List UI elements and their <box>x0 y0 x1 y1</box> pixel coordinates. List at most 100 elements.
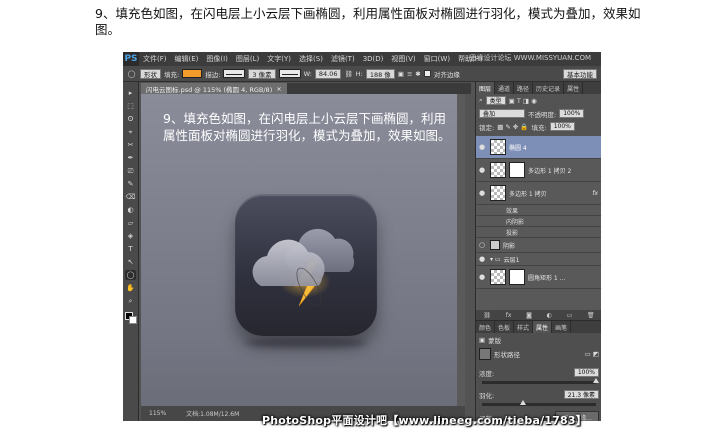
color-swatches[interactable] <box>124 312 137 324</box>
path-select-tool-icon[interactable]: ↖ <box>125 257 136 267</box>
effect-row[interactable]: 效果 <box>476 205 601 216</box>
gradient-tool-icon[interactable]: ▱ <box>125 218 136 228</box>
ellipse-tool-icon[interactable]: ◯ <box>125 270 136 280</box>
layer-thumbnail <box>490 269 506 285</box>
document-tab[interactable]: 闪电云图标.psd @ 115% (椭圆 4, RGB/8) × <box>141 83 287 94</box>
density-slider[interactable] <box>482 378 599 384</box>
height-field[interactable]: 188 像 <box>365 68 395 79</box>
fx-icon[interactable]: fx <box>592 190 598 197</box>
lock-icons[interactable]: ▩ ✎ ✥ 🔒 <box>497 123 528 131</box>
tab-paths[interactable]: 路径 <box>514 82 534 94</box>
menu-edit[interactable]: 编辑(E) <box>171 54 203 64</box>
layer-row[interactable]: ● 多边形 1 拷贝 2 <box>476 159 601 182</box>
eye-icon[interactable]: ● <box>479 166 487 174</box>
adjustment-icon[interactable]: ◐ <box>547 312 552 319</box>
folder-icon: ▾ ▭ <box>490 255 501 263</box>
menu-view[interactable]: 视图(V) <box>387 54 419 64</box>
density-slider-knob[interactable] <box>593 378 599 383</box>
layer-filter-select[interactable]: 类型 <box>485 96 506 105</box>
hand-tool-icon[interactable]: ✋ <box>125 283 136 293</box>
stroke-size-field[interactable]: 3 像素 <box>248 68 276 79</box>
effect-row[interactable]: 投影 <box>476 227 601 238</box>
add-mask-icon[interactable]: ◙ <box>526 312 532 319</box>
eye-icon[interactable]: ● <box>479 255 487 263</box>
pen-tool-icon[interactable]: ◈ <box>125 231 136 241</box>
layer-row[interactable]: ● 多边形 1 拷贝 fx <box>476 182 601 205</box>
tab-channels[interactable]: 通道 <box>495 82 515 94</box>
layer-row[interactable]: ○ 阴影 <box>476 238 601 253</box>
close-icon[interactable]: × <box>276 85 281 93</box>
new-group-icon[interactable]: ▭ <box>567 312 573 319</box>
stroke-style-select[interactable] <box>278 69 301 78</box>
eye-icon[interactable]: ● <box>479 143 487 151</box>
menu-file[interactable]: 文件(F) <box>139 54 171 64</box>
tab-properties-top[interactable]: 属性 <box>564 82 584 94</box>
feather-slider-knob[interactable] <box>520 400 527 405</box>
eye-icon[interactable]: ● <box>479 189 487 197</box>
menu-select[interactable]: 选择(S) <box>295 54 327 64</box>
eye-icon[interactable]: ● <box>479 273 487 281</box>
density-field[interactable]: 100% <box>573 368 599 377</box>
mask-section-row: ▣ 蒙版 <box>476 333 601 346</box>
menu-type[interactable]: 文字(Y) <box>263 54 295 64</box>
zoom-tool-icon[interactable]: ⌕ <box>125 296 136 306</box>
background-color[interactable] <box>128 316 137 324</box>
quick-select-tool-icon[interactable]: ⌖ <box>125 127 136 137</box>
menu-3d[interactable]: 3D(D) <box>359 55 388 63</box>
menu-filter[interactable]: 滤镜(T) <box>327 54 359 64</box>
align-icon[interactable]: ≡ <box>407 70 412 78</box>
gear-icon[interactable]: ✱ <box>415 70 420 78</box>
layer-row[interactable]: ● 圆角矩形 1 ... <box>476 266 601 289</box>
eyedropper-tool-icon[interactable]: ✒ <box>125 153 136 163</box>
menu-window[interactable]: 窗口(W) <box>420 54 454 64</box>
footer-watermark: PhotoShop平面设计吧【www.lineeg.com/tieba/1783… <box>262 414 587 427</box>
dodge-tool-icon[interactable]: ◐ <box>125 205 136 215</box>
stroke-swatch[interactable] <box>223 69 246 78</box>
link-icon[interactable]: ⛓ <box>344 70 352 78</box>
blend-mode-select[interactable]: 叠加 <box>479 109 525 118</box>
workspace-select[interactable]: 基本功能 <box>563 68 597 79</box>
eye-icon[interactable]: ○ <box>479 241 487 249</box>
path-ops-icon[interactable]: ▣ <box>398 70 404 78</box>
move-tool-icon[interactable]: ▸ <box>125 88 136 98</box>
fill-color-swatch[interactable] <box>182 69 203 78</box>
lock-row: 锁定: ▩ ✎ ✥ 🔒 填充: 100% <box>476 120 601 133</box>
crop-tool-icon[interactable]: ✂ <box>125 140 136 150</box>
mask-section-label: 蒙版 <box>488 336 502 345</box>
marquee-tool-icon[interactable]: ⬚ <box>125 101 136 111</box>
opacity-field[interactable]: 100% <box>559 109 585 118</box>
eraser-tool-icon[interactable]: ⌫ <box>125 192 136 202</box>
effect-row[interactable]: 内阴影 <box>476 216 601 227</box>
tab-brushes[interactable]: 画笔 <box>552 321 572 333</box>
align-edges-checkbox[interactable] <box>423 70 431 77</box>
document-canvas[interactable]: 9、填充色如图，在闪电层上小云层下画椭圆，利用属性面板对椭圆进行羽化，模式为叠加… <box>141 94 465 406</box>
tab-styles[interactable]: 样式 <box>514 321 534 333</box>
tab-layers[interactable]: 图层 <box>476 82 496 94</box>
feather-field[interactable]: 21.3 像素 <box>563 390 599 399</box>
fill-field[interactable]: 100% <box>549 122 575 131</box>
menu-image[interactable]: 图像(I) <box>202 54 232 64</box>
fx-button-icon[interactable]: fx <box>506 312 512 319</box>
tab-swatches[interactable]: 色板 <box>495 321 515 333</box>
canvas-scrollbar[interactable] <box>457 94 465 406</box>
brush-tool-icon[interactable]: ✎ <box>125 179 136 189</box>
layer-row[interactable]: ● 椭圆 4 <box>476 136 601 159</box>
shape-mode-select[interactable]: 形状 <box>140 68 161 79</box>
layer-filter-row: ⌕ 类型 ▣ T ◨ ◉ <box>476 94 601 107</box>
link-layers-icon[interactable]: ⛓ <box>483 312 491 319</box>
mask-buttons-icon[interactable]: ▭ ◩ <box>585 350 599 358</box>
filter-icons[interactable]: ▣ T ◨ ◉ <box>509 97 537 105</box>
width-field[interactable]: 84.06 <box>314 68 342 79</box>
layers-panel-tabs: 图层 通道 路径 历史记录 属性 <box>476 82 601 94</box>
healing-tool-icon[interactable]: ⎚ <box>125 166 136 176</box>
ellipse-tool-icon[interactable]: ◯ <box>126 69 137 79</box>
menu-layer[interactable]: 图层(L) <box>232 54 263 64</box>
type-tool-icon[interactable]: T <box>125 244 136 254</box>
tab-history[interactable]: 历史记录 <box>533 82 565 94</box>
trash-icon[interactable]: 🗑 <box>587 312 595 319</box>
layer-group-row[interactable]: ● ▾ ▭ 云层1 <box>476 253 601 266</box>
feather-slider[interactable] <box>482 400 596 406</box>
tab-properties[interactable]: 属性 <box>533 321 553 333</box>
lasso-tool-icon[interactable]: ʘ <box>125 114 136 124</box>
tab-color[interactable]: 颜色 <box>476 321 496 333</box>
